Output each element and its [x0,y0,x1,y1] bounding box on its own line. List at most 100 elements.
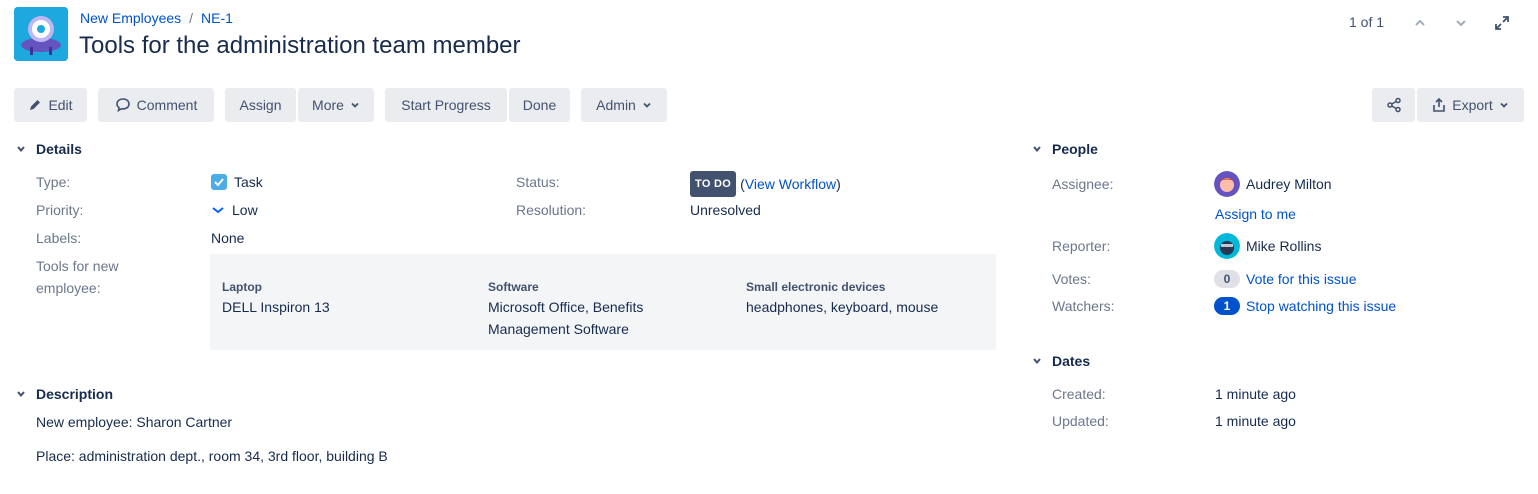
tools-value-laptop: DELL Inspiron 13 [222,299,330,315]
tools-column-software: Software Microsoft Office, Benefits Mana… [488,278,643,340]
comment-button[interactable]: Comment [98,88,214,122]
resolution-label: Resolution: [516,202,587,218]
dates-section-toggle[interactable]: Dates [1030,353,1090,369]
admin-button[interactable]: Admin [581,88,667,122]
assignee-value[interactable]: Audrey Milton [1214,171,1332,197]
breadcrumb-separator: / [189,10,194,26]
priority-value-text: Low [232,202,258,218]
robot-avatar-icon [14,7,68,61]
type-label: Type: [36,174,71,190]
export-icon [1433,97,1446,112]
tools-label-line2: employee: [36,280,101,296]
edit-button-label: Edit [48,97,73,113]
expand-button[interactable] [1492,12,1512,34]
export-button-label: Export [1452,97,1493,113]
expand-icon [1495,16,1509,30]
description-line1[interactable]: New employee: Sharon Cartner [36,414,232,430]
assign-to-me-link[interactable]: Assign to me [1215,203,1296,225]
tools-header-laptop: Laptop [222,280,262,294]
pager-text: 1 of 1 [1349,14,1385,30]
created-value: 1 minute ago [1215,386,1296,402]
people-title: People [1052,141,1098,157]
project-avatar[interactable] [14,7,68,61]
updated-label: Updated: [1052,413,1109,429]
status-lozenge: TO DO [690,171,737,197]
votes-value: 0 Vote for this issue [1214,268,1357,290]
chevron-down-icon [351,102,359,108]
people-section-toggle[interactable]: People [1030,141,1098,157]
breadcrumb-issue-key-link[interactable]: NE-1 [201,10,233,26]
tools-column-laptop: Laptop DELL Inspiron 13 [222,278,330,318]
start-progress-button[interactable]: Start Progress [385,88,507,122]
breadcrumb: New Employees / NE-1 [80,10,233,26]
watchers-count-badge: 1 [1214,297,1240,315]
task-checkbox-icon [211,174,227,190]
tools-header-devices: Small electronic devices [746,280,886,294]
watchers-value: 1 Stop watching this issue [1214,295,1396,317]
assignee-avatar [1214,171,1240,197]
type-value-text: Task [234,174,263,190]
tools-value-software-line2: Management Software [488,321,629,337]
assign-button-label: Assign [239,97,282,113]
export-button[interactable]: Export [1417,88,1524,122]
more-button[interactable]: More [298,88,374,122]
assignee-name: Audrey Milton [1246,176,1332,192]
share-button[interactable] [1372,88,1415,122]
chevron-down-icon [1500,102,1508,108]
updated-value: 1 minute ago [1215,413,1296,429]
pencil-icon [30,100,41,110]
comment-button-label: Comment [136,97,198,113]
watchers-label: Watchers: [1052,298,1115,314]
next-issue-button[interactable] [1451,12,1471,34]
status-value: TO DO ( View Workflow ) [690,171,841,197]
done-button-label: Done [522,97,557,113]
priority-value: Low [210,199,258,221]
created-label: Created: [1052,386,1106,402]
description-title: Description [36,386,114,402]
tools-value-devices: headphones, keyboard, mouse [746,299,939,315]
previous-issue-button[interactable] [1410,12,1430,34]
vote-for-issue-link[interactable]: Vote for this issue [1246,268,1357,290]
votes-count-badge: 0 [1214,270,1240,288]
caret-down-icon [1030,354,1044,368]
labels-value[interactable]: None [211,227,244,249]
done-button[interactable]: Done [509,88,570,122]
share-icon [1386,97,1401,113]
edit-button[interactable]: Edit [14,88,87,122]
tools-for-new-employee-label: Tools for new employee: [36,255,118,299]
details-title: Details [36,141,82,157]
resolution-value: Unresolved [690,202,761,218]
reporter-label: Reporter: [1052,238,1111,254]
chevron-down-icon [643,102,651,108]
chevron-up-icon [1415,19,1425,26]
stop-watching-link[interactable]: Stop watching this issue [1246,295,1396,317]
tools-column-devices: Small electronic devices headphones, key… [746,278,938,318]
admin-button-label: Admin [596,97,636,113]
assign-button[interactable]: Assign [225,88,296,122]
status-label: Status: [516,174,560,190]
details-section-toggle[interactable]: Details [14,141,82,157]
view-workflow-close-paren: ) [836,176,841,192]
caret-down-icon [14,142,28,156]
comment-bubble-icon [115,98,130,113]
breadcrumb-project-link[interactable]: New Employees [80,10,181,26]
reporter-avatar [1214,233,1240,259]
labels-label: Labels: [36,230,82,246]
tools-value-software-line1: Microsoft Office, Benefits [488,299,644,315]
assignee-label: Assignee: [1052,176,1114,192]
dates-title: Dates [1052,353,1091,369]
reporter-value[interactable]: Mike Rollins [1214,233,1321,259]
priority-low-icon [212,207,224,214]
priority-label: Priority: [36,202,84,218]
caret-down-icon [1030,142,1044,156]
description-section-toggle[interactable]: Description [14,386,113,402]
issue-summary[interactable]: Tools for the administration team member [79,32,521,60]
description-line2[interactable]: Place: administration dept., room 34, 3r… [36,448,388,464]
type-value: Task [210,171,263,193]
reporter-name: Mike Rollins [1246,238,1322,254]
start-progress-button-label: Start Progress [401,97,491,113]
tools-label-line1: Tools for new [36,258,119,274]
caret-down-icon [14,387,28,401]
more-button-label: More [312,97,344,113]
view-workflow-link[interactable]: View Workflow [745,173,836,195]
